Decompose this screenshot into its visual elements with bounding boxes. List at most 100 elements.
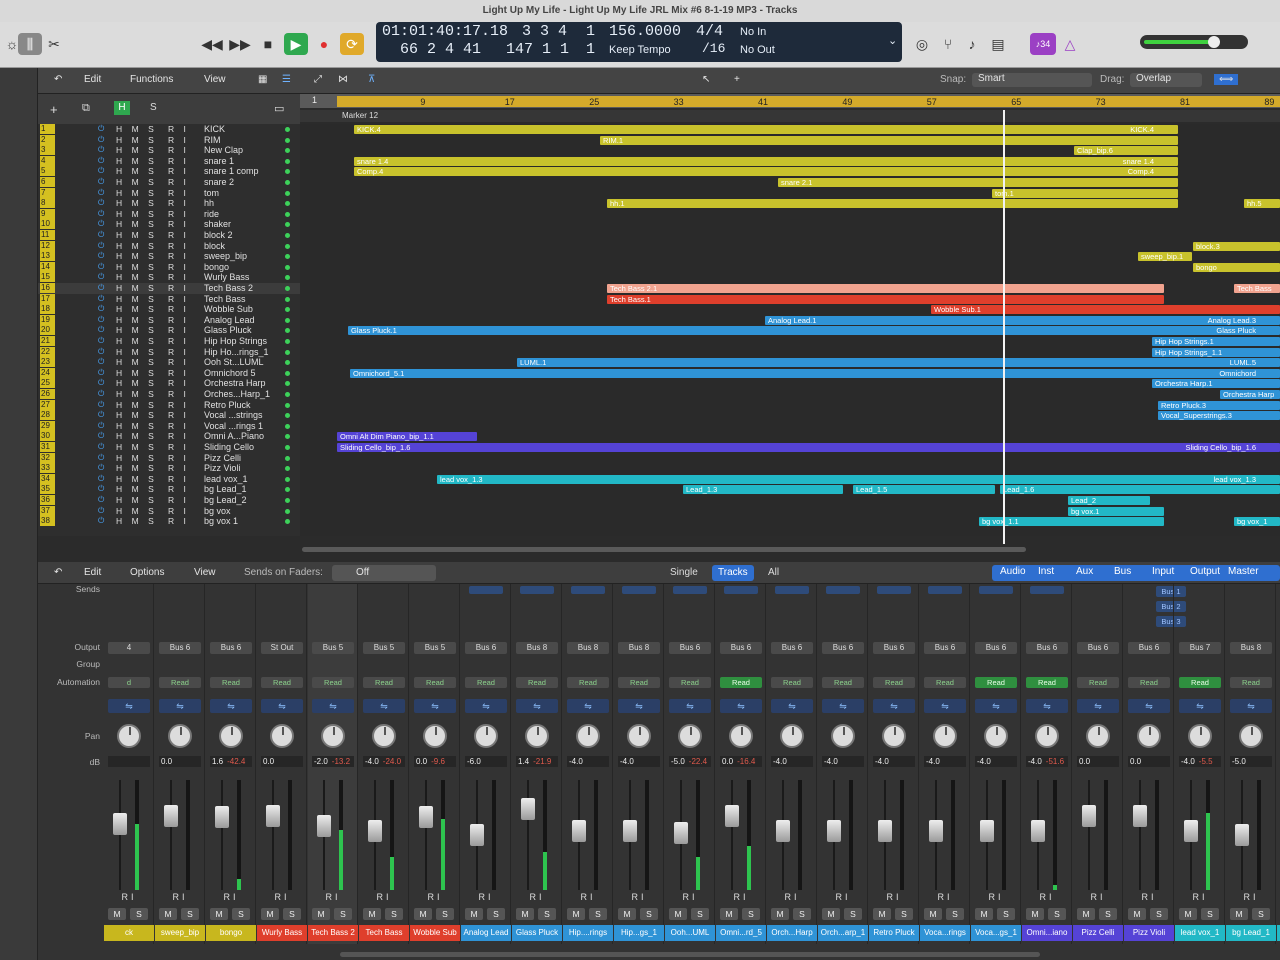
track-buttons[interactable]: H M S R I (116, 442, 186, 453)
output-slot[interactable]: St Out (261, 642, 303, 654)
power-icon[interactable]: ⏻ (98, 219, 104, 230)
automation-mode[interactable]: Read (1026, 677, 1068, 688)
power-icon[interactable]: ⏻ (98, 453, 104, 464)
channel-name[interactable]: Ooh...UML (665, 925, 715, 941)
power-icon[interactable]: ⏻ (98, 421, 104, 432)
track-header[interactable]: 14 ⏻ H M S R I bongo (38, 261, 300, 273)
mute-button[interactable]: M (1077, 908, 1095, 920)
track-name[interactable]: Tech Bass (204, 294, 246, 305)
record-input-buttons[interactable]: RI (367, 892, 401, 902)
track-buttons[interactable]: H M S R I (116, 188, 186, 199)
track-name[interactable]: Hip Hop Strings (204, 336, 267, 347)
link-icon[interactable]: ⇋ (414, 699, 456, 713)
track-header[interactable]: 10 ⏻ H M S R I shaker (38, 219, 300, 230)
automation-mode[interactable]: Read (924, 677, 966, 688)
channel-name[interactable]: lead vox_1 (1175, 925, 1225, 941)
track-header[interactable]: 34 ⏻ H M S R I lead vox_1 (38, 473, 300, 485)
record-input-buttons[interactable]: RI (265, 892, 299, 902)
cycle-icon[interactable]: ⟳ (340, 33, 364, 55)
mute-button[interactable]: M (312, 908, 330, 920)
channel-name[interactable]: Wurly Bass (257, 925, 307, 941)
power-icon[interactable]: ⏻ (98, 315, 104, 326)
track-header[interactable]: 32 ⏻ H M S R I Pizz Celli (38, 452, 300, 464)
channel-name[interactable]: Pizz Celli (1073, 925, 1123, 941)
link-icon[interactable]: ⇋ (261, 699, 303, 713)
solo-button[interactable]: S (232, 908, 250, 920)
mute-button[interactable]: M (771, 908, 789, 920)
track-name[interactable]: snare 1 (204, 156, 234, 167)
track-buttons[interactable]: H M S R I (116, 431, 186, 442)
solo-button[interactable]: S (793, 908, 811, 920)
output-slot[interactable]: Bus 8 (516, 642, 558, 654)
power-icon[interactable]: ⏻ (98, 241, 104, 252)
track-name[interactable]: RIM (204, 135, 221, 146)
volume-fader[interactable] (266, 804, 280, 827)
automation-mode[interactable]: Read (873, 677, 915, 688)
power-icon[interactable]: ⏻ (98, 484, 104, 495)
output-slot[interactable]: Bus 6 (822, 642, 864, 654)
track-header[interactable]: 27 ⏻ H M S R I Retro Pluck (38, 399, 300, 411)
region[interactable]: hh.5 (1244, 199, 1280, 209)
record-input-buttons[interactable]: RI (1183, 892, 1217, 902)
mute-button[interactable]: M (720, 908, 738, 920)
record-input-buttons[interactable]: RI (928, 892, 962, 902)
volume-fader[interactable] (1133, 804, 1147, 827)
link-icon[interactable]: ⇋ (567, 699, 609, 713)
track-name[interactable]: Analog Lead (204, 315, 255, 326)
record-input-buttons[interactable]: RI (112, 892, 146, 902)
track-header[interactable]: 7 ⏻ H M S R I tom (38, 187, 300, 199)
track-buttons[interactable]: H M S R I (116, 262, 186, 273)
power-icon[interactable]: ⏻ (98, 325, 104, 336)
track-buttons[interactable]: H M S R I (116, 421, 186, 432)
volume-fader[interactable] (470, 824, 484, 846)
track-header[interactable]: 31 ⏻ H M S R I Sliding Cello (38, 442, 300, 453)
pan-knob[interactable] (627, 724, 651, 748)
back-arrow-icon[interactable]: ↶ (54, 74, 62, 85)
power-icon[interactable]: ⏻ (98, 431, 104, 442)
pan-knob[interactable] (933, 724, 957, 748)
track-name[interactable]: Tech Bass 2 (204, 283, 253, 294)
chevron-down-icon[interactable]: ⌄ (888, 34, 897, 47)
region[interactable]: Tech Bass (1234, 284, 1280, 293)
track-name[interactable]: Hip Ho...rings_1 (204, 347, 269, 358)
track-header[interactable]: 38 ⏻ H M S R I bg vox 1 (38, 516, 300, 527)
power-icon[interactable]: ⏻ (98, 209, 104, 220)
track-buttons[interactable]: H M S R I (116, 272, 186, 283)
volume-fader[interactable] (623, 819, 637, 842)
track-buttons[interactable]: H M S R I (116, 389, 186, 400)
record-input-buttons[interactable]: RI (418, 892, 452, 902)
track-name[interactable]: snare 2 (204, 177, 234, 188)
send-slot[interactable] (1030, 586, 1064, 594)
pan-knob[interactable] (321, 724, 345, 748)
link-icon[interactable]: ⇋ (465, 699, 507, 713)
channel-name[interactable]: bg Lead_1 (1226, 925, 1276, 941)
record-input-buttons[interactable]: RI (622, 892, 656, 902)
track-buttons[interactable]: H M S R I (116, 336, 186, 347)
region[interactable]: tom.1 (992, 188, 1178, 198)
output-slot[interactable]: Bus 8 (567, 642, 609, 654)
power-icon[interactable]: ⏻ (98, 474, 104, 485)
pan-knob[interactable] (117, 724, 141, 748)
volume-fader[interactable] (113, 813, 127, 836)
waveform-zoom-icon[interactable]: ⟺ (1214, 74, 1239, 85)
region[interactable]: Clap_bip.6 (1074, 146, 1178, 156)
power-icon[interactable]: ⏻ (98, 283, 104, 294)
automation-mode[interactable]: Read (414, 677, 456, 688)
send-slot[interactable] (724, 586, 758, 594)
output-slot[interactable]: Bus 6 (159, 642, 201, 654)
output-slot[interactable]: Bus 6 (465, 642, 507, 654)
output-slot[interactable]: Bus 6 (669, 642, 711, 654)
track-buttons[interactable]: H M S R I (116, 294, 186, 305)
automation-mode[interactable]: d (108, 677, 150, 688)
power-icon[interactable]: ⏻ (98, 410, 104, 421)
volume-fader[interactable] (572, 819, 586, 842)
region[interactable]: Lead_2 (1068, 496, 1150, 505)
record-input-buttons[interactable]: RI (1081, 892, 1115, 902)
track-name[interactable]: bg Lead_2 (204, 495, 247, 506)
track-header[interactable]: 24 ⏻ H M S R I Omnichord 5 (38, 367, 300, 379)
volume-fader[interactable] (164, 804, 178, 827)
power-icon[interactable]: ⏻ (98, 124, 104, 135)
volume-fader[interactable] (215, 806, 229, 829)
track-buttons[interactable]: H M S R I (116, 251, 186, 262)
solo-button[interactable]: S (895, 908, 913, 920)
